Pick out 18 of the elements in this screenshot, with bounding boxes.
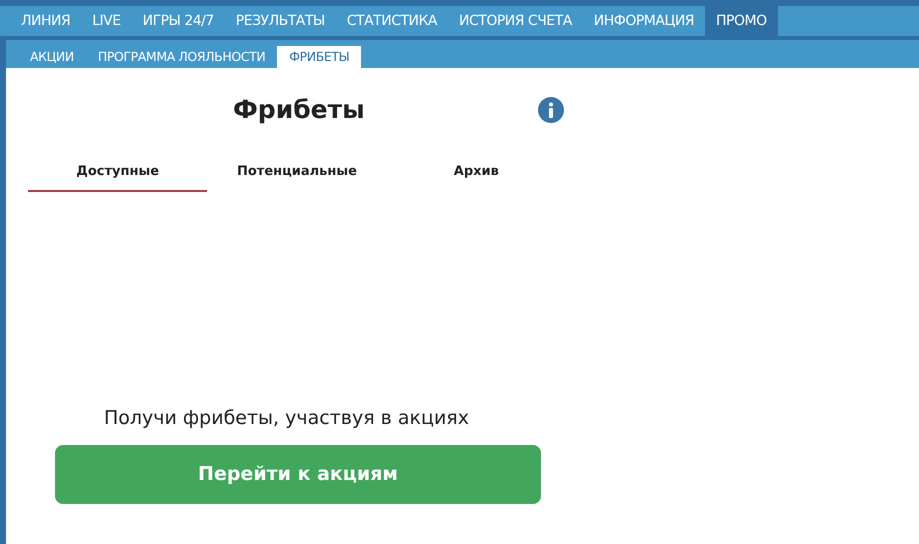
nav-tab[interactable]: ПРОМО (705, 6, 778, 36)
sub-nav-tab[interactable]: ПРОГРАММА ЛОЯЛЬНОСТИ (86, 46, 278, 68)
nav-tab[interactable]: LIVE (81, 6, 132, 36)
freebet-tab[interactable]: Архив (386, 154, 566, 192)
nav-tab[interactable]: ИГРЫ 24/7 (132, 6, 225, 36)
nav-tab[interactable]: ЛИНИЯ (10, 6, 82, 36)
empty-message: Получи фрибеты, участвуя в акциях (104, 406, 470, 431)
sub-nav-tab[interactable]: АКЦИИ (18, 46, 86, 68)
sub-nav-tab[interactable]: ФРИБЕТЫ (277, 46, 362, 68)
freebet-tab[interactable]: Потенциальные (207, 154, 387, 192)
info-icon[interactable] (538, 97, 564, 123)
nav-tab[interactable]: РЕЗУЛЬТАТЫ (224, 6, 336, 36)
freebet-tab[interactable]: Доступные (28, 154, 208, 192)
nav-tab[interactable]: СТАТИСТИКА (336, 6, 448, 36)
nav-tab[interactable]: ИСТОРИЯ СЧЕТА (448, 6, 583, 36)
go-to-promotions-button[interactable]: Перейти к акциям (55, 444, 541, 504)
nav-tab[interactable]: ИНФОРМАЦИЯ (582, 6, 706, 36)
page-title: Фрибеты (233, 94, 365, 126)
